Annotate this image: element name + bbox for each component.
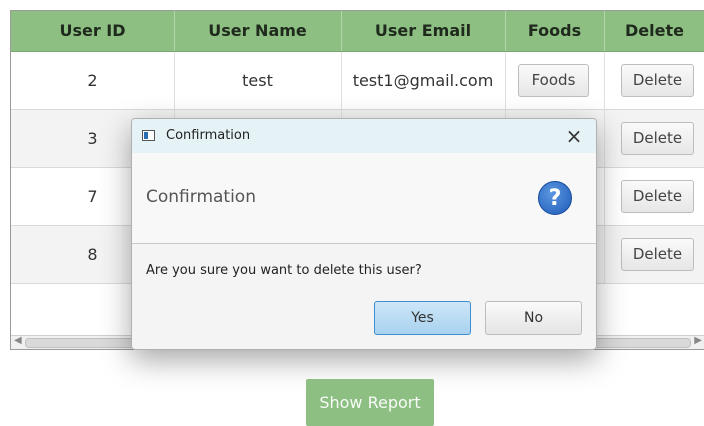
column-header-user-email[interactable]: User Email [341, 11, 506, 51]
dialog-header: Confirmation ? [132, 153, 596, 244]
dialog-titlebar[interactable]: Confirmation × [132, 119, 596, 153]
delete-button[interactable]: Delete [621, 122, 694, 155]
delete-button[interactable]: Delete [621, 238, 694, 271]
delete-button[interactable]: Delete [621, 180, 694, 213]
no-button[interactable]: No [485, 301, 582, 335]
show-report-button[interactable]: Show Report [306, 379, 434, 426]
scroll-left-arrow-icon[interactable]: ◀ [14, 335, 22, 346]
table-row[interactable]: 2 test test1@gmail.com Foods Delete [11, 52, 704, 110]
confirmation-dialog: Confirmation × Confirmation ? Are you su… [131, 118, 597, 350]
scroll-right-arrow-icon[interactable]: ▶ [694, 335, 702, 346]
dialog-header-text: Confirmation [146, 187, 256, 207]
column-header-user-id[interactable]: User ID [11, 11, 175, 51]
cell-user-name: test [174, 52, 342, 109]
cell-user-id: 2 [11, 52, 175, 109]
question-icon: ? [538, 181, 572, 215]
dialog-message: Are you sure you want to delete this use… [146, 263, 422, 278]
dialog-title: Confirmation [166, 128, 251, 143]
delete-button[interactable]: Delete [621, 64, 694, 97]
close-icon[interactable]: × [562, 124, 586, 148]
column-header-foods[interactable]: Foods [505, 11, 605, 51]
foods-button[interactable]: Foods [518, 64, 589, 97]
window-icon [142, 130, 155, 141]
cell-user-email: test1@gmail.com [341, 52, 506, 109]
yes-button[interactable]: Yes [374, 301, 471, 335]
column-header-user-name[interactable]: User Name [174, 11, 342, 51]
column-header-delete[interactable]: Delete [604, 11, 704, 51]
table-header: User ID User Name User Email Foods Delet… [11, 11, 704, 52]
